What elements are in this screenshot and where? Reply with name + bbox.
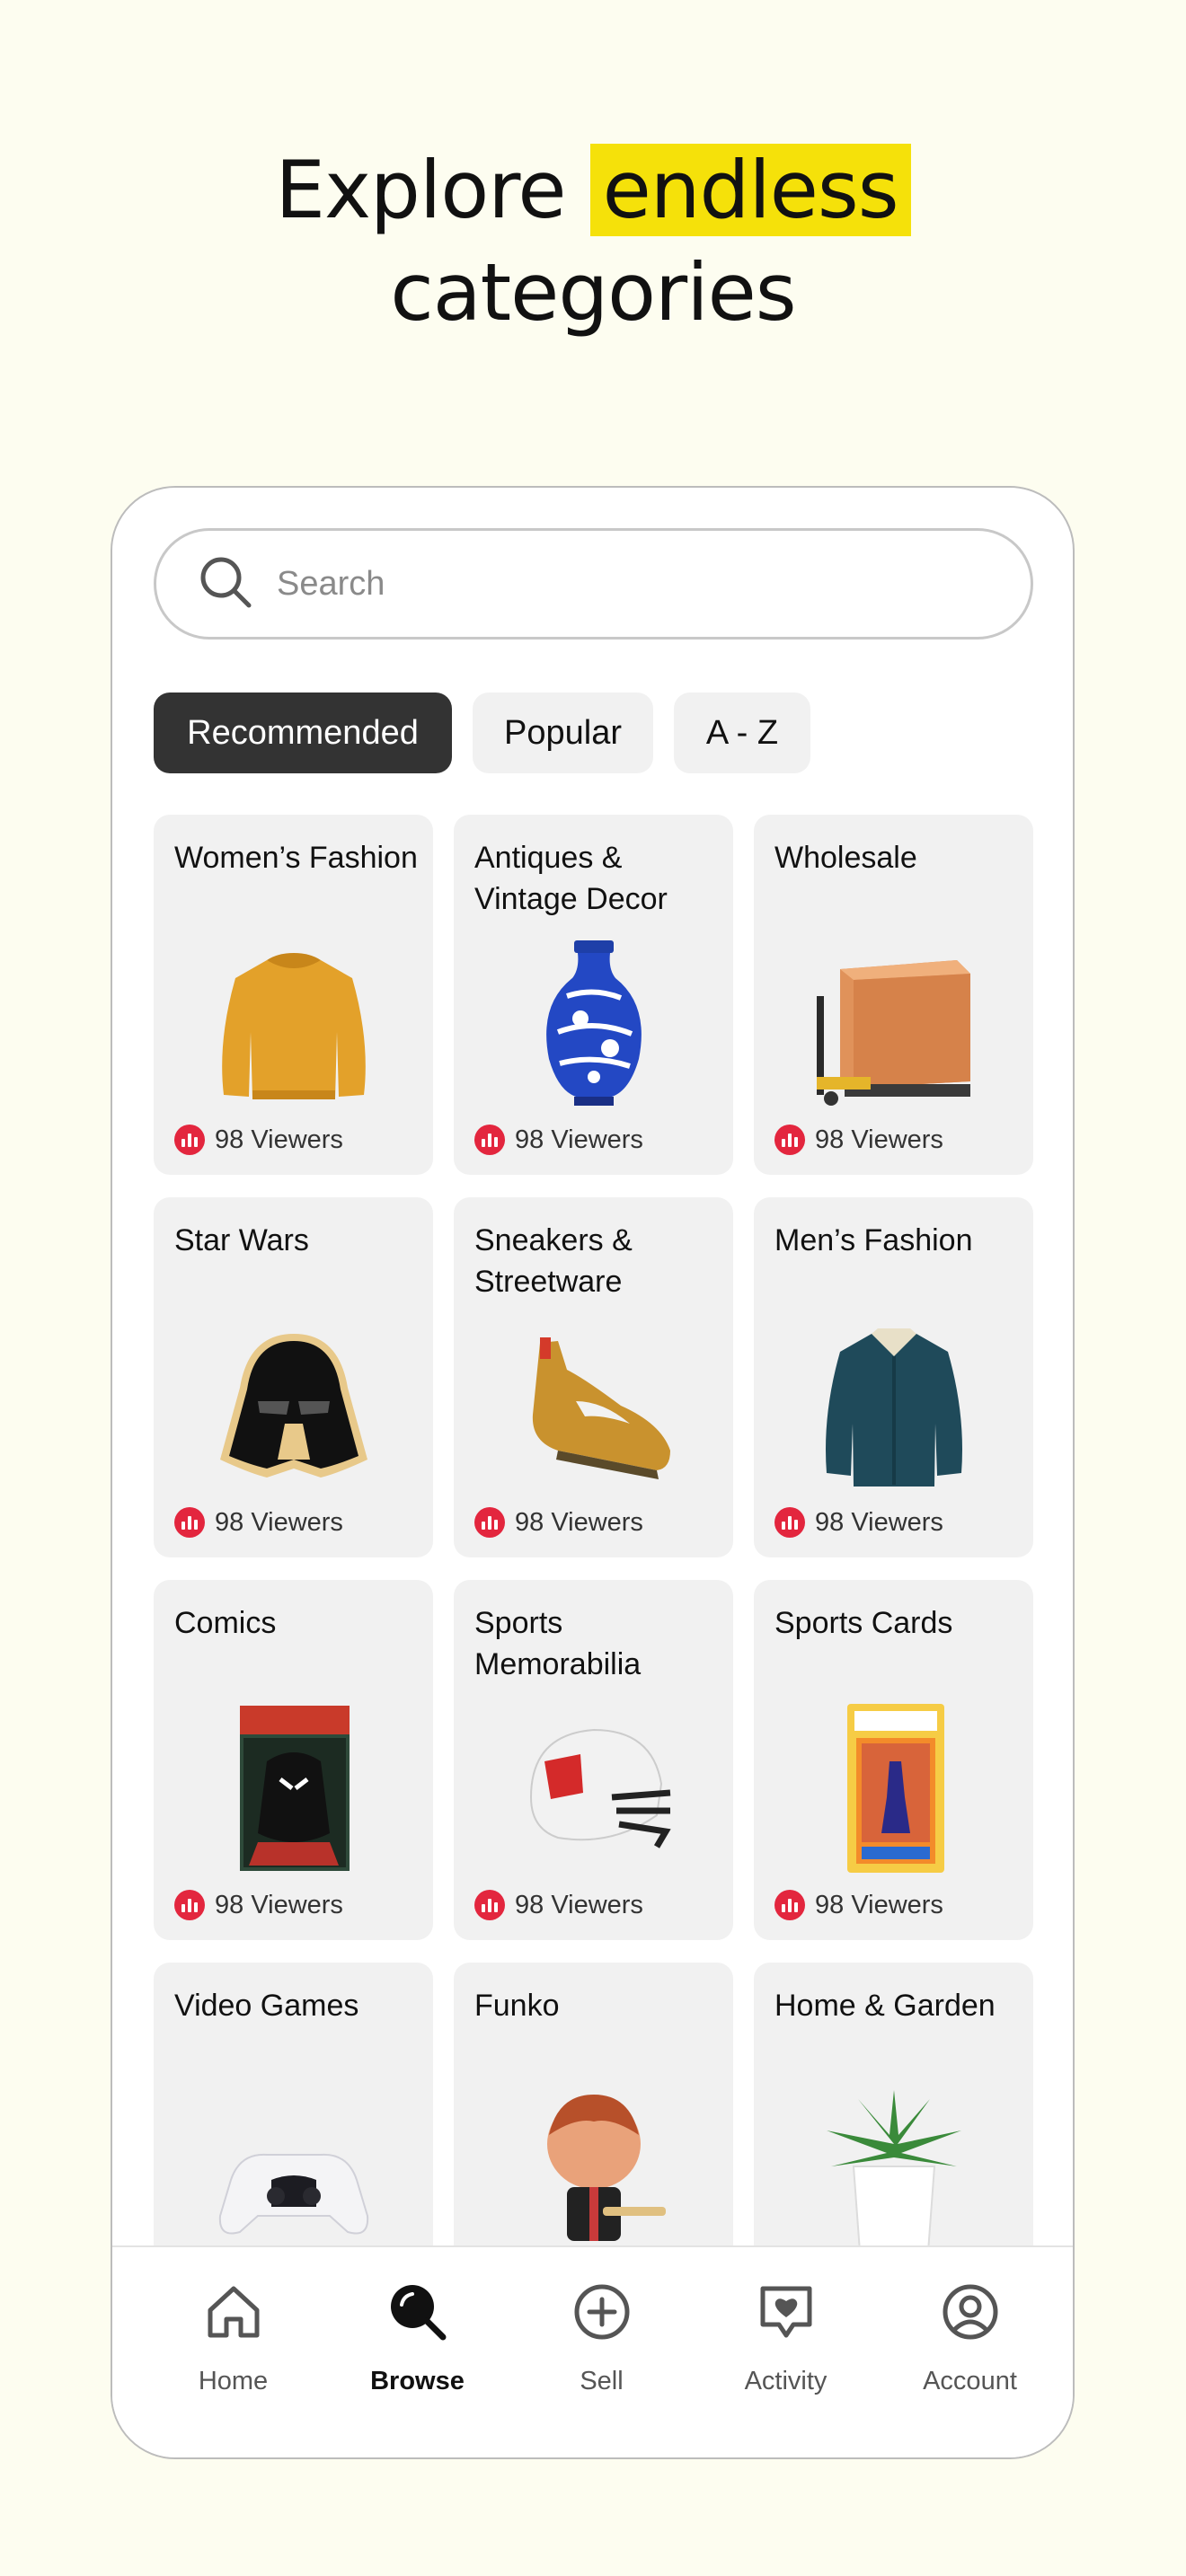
nav-home[interactable]: Home bbox=[141, 2247, 325, 2457]
live-icon bbox=[474, 1125, 505, 1155]
viewer-count-text: 98 Viewers bbox=[215, 1890, 343, 1919]
viewer-count-text: 98 Viewers bbox=[815, 1507, 943, 1537]
viewer-count: 98 Viewers bbox=[774, 1507, 943, 1538]
viewer-count-text: 98 Viewers bbox=[815, 1125, 943, 1154]
headline-line-2: categories bbox=[390, 246, 796, 339]
category-title: Men’s Fashion bbox=[774, 1223, 973, 1257]
live-icon bbox=[174, 1890, 205, 1920]
category-card-comics[interactable]: Comics 98 Viewers bbox=[154, 1580, 433, 1940]
category-title: Sneakers & Streetware bbox=[474, 1223, 633, 1299]
category-card-mens-fashion[interactable]: Men’s Fashion 98 Viewers bbox=[754, 1197, 1033, 1557]
bottom-nav: Home Browse Sell Activity Account bbox=[112, 2245, 1073, 2457]
search-input[interactable]: Search bbox=[277, 565, 385, 604]
category-card-sports-cards[interactable]: Sports Cards 98 Viewers bbox=[754, 1580, 1033, 1940]
category-title: Funko bbox=[474, 1989, 560, 2023]
headline-prefix: Explore bbox=[275, 144, 566, 236]
viewer-count-text: 98 Viewers bbox=[515, 1890, 643, 1919]
viewer-count: 98 Viewers bbox=[774, 1890, 943, 1920]
category-grid: Women’s Fashion 98 Viewers Antiques & Vi… bbox=[154, 815, 1033, 2323]
figure-image bbox=[504, 2081, 684, 2261]
nav-browse-label: Browse bbox=[370, 2367, 465, 2395]
tab-a-z[interactable]: A - Z bbox=[674, 693, 810, 773]
search-bar[interactable]: Search bbox=[154, 528, 1033, 640]
nav-account-label: Account bbox=[923, 2367, 1017, 2395]
vase-image bbox=[504, 933, 684, 1113]
tab-popular[interactable]: Popular bbox=[473, 693, 653, 773]
home-icon bbox=[201, 2280, 266, 2349]
plus-circle-icon bbox=[570, 2280, 634, 2349]
live-icon bbox=[474, 1507, 505, 1538]
category-title: Sports Memorabilia bbox=[474, 1606, 642, 1681]
headline: Explore endless categories bbox=[0, 139, 1186, 344]
live-icon bbox=[774, 1890, 805, 1920]
search-icon bbox=[198, 554, 253, 614]
nav-activity[interactable]: Activity bbox=[694, 2247, 878, 2457]
category-card-star-wars[interactable]: Star Wars 98 Viewers bbox=[154, 1197, 433, 1557]
sort-tabs: Recommended Popular A - Z bbox=[154, 693, 1033, 773]
category-card-antiques[interactable]: Antiques & Vintage Decor 98 Viewers bbox=[454, 815, 733, 1175]
category-title: Antiques & Vintage Decor bbox=[474, 841, 668, 916]
account-icon bbox=[938, 2280, 1003, 2349]
viewer-count: 98 Viewers bbox=[474, 1507, 643, 1538]
tab-recommended[interactable]: Recommended bbox=[154, 693, 452, 773]
category-title: Women’s Fashion bbox=[174, 841, 418, 875]
viewer-count: 98 Viewers bbox=[174, 1890, 343, 1920]
category-title: Wholesale bbox=[774, 841, 917, 875]
viewer-count: 98 Viewers bbox=[174, 1507, 343, 1538]
nav-account[interactable]: Account bbox=[878, 2247, 1062, 2457]
graded-card-image bbox=[804, 1698, 984, 1878]
jacket-image bbox=[804, 1316, 984, 1495]
nav-browse[interactable]: Browse bbox=[325, 2247, 509, 2457]
pallet-image bbox=[804, 933, 984, 1113]
viewer-count: 98 Viewers bbox=[774, 1125, 943, 1155]
category-title: Home & Garden bbox=[774, 1989, 996, 2023]
category-card-sneakers[interactable]: Sneakers & Streetware 98 Viewers bbox=[454, 1197, 733, 1557]
viewer-count-text: 98 Viewers bbox=[815, 1890, 943, 1919]
nav-home-label: Home bbox=[198, 2367, 269, 2395]
nav-sell[interactable]: Sell bbox=[509, 2247, 694, 2457]
category-title: Video Games bbox=[174, 1989, 359, 2023]
viewer-count-text: 98 Viewers bbox=[215, 1507, 343, 1537]
category-title: Sports Cards bbox=[774, 1606, 953, 1640]
football-helmet-image bbox=[504, 1698, 684, 1878]
headline-line-1: Explore endless bbox=[0, 139, 1186, 242]
live-icon bbox=[474, 1890, 505, 1920]
heart-chat-icon bbox=[754, 2280, 819, 2349]
sneaker-image bbox=[504, 1316, 684, 1495]
headline-highlight: endless bbox=[589, 144, 911, 236]
phone-frame: Search Recommended Popular A - Z Women’s… bbox=[111, 486, 1075, 2459]
live-icon bbox=[774, 1507, 805, 1538]
sweater-image bbox=[204, 933, 384, 1113]
viewer-count-text: 98 Viewers bbox=[515, 1507, 643, 1537]
category-card-womens-fashion[interactable]: Women’s Fashion 98 Viewers bbox=[154, 815, 433, 1175]
viewer-count-text: 98 Viewers bbox=[515, 1125, 643, 1154]
live-icon bbox=[174, 1125, 205, 1155]
controller-image bbox=[204, 2081, 384, 2261]
category-title: Comics bbox=[174, 1606, 277, 1640]
category-card-wholesale[interactable]: Wholesale 98 Viewers bbox=[754, 815, 1033, 1175]
category-title: Star Wars bbox=[174, 1223, 309, 1257]
browse-screen: Search Recommended Popular A - Z Women’s… bbox=[154, 528, 1033, 2323]
helmet-pin-image bbox=[204, 1316, 384, 1495]
plant-image bbox=[804, 2081, 984, 2261]
category-card-sports-memorabilia[interactable]: Sports Memorabilia 98 Viewers bbox=[454, 1580, 733, 1940]
nav-sell-label: Sell bbox=[580, 2367, 624, 2395]
live-icon bbox=[174, 1507, 205, 1538]
viewer-count: 98 Viewers bbox=[174, 1125, 343, 1155]
comic-book-image bbox=[204, 1698, 384, 1878]
viewer-count: 98 Viewers bbox=[474, 1125, 643, 1155]
nav-activity-label: Activity bbox=[744, 2367, 828, 2395]
live-icon bbox=[774, 1125, 805, 1155]
browse-icon bbox=[385, 2280, 450, 2349]
viewer-count: 98 Viewers bbox=[474, 1890, 643, 1920]
viewer-count-text: 98 Viewers bbox=[215, 1125, 343, 1154]
